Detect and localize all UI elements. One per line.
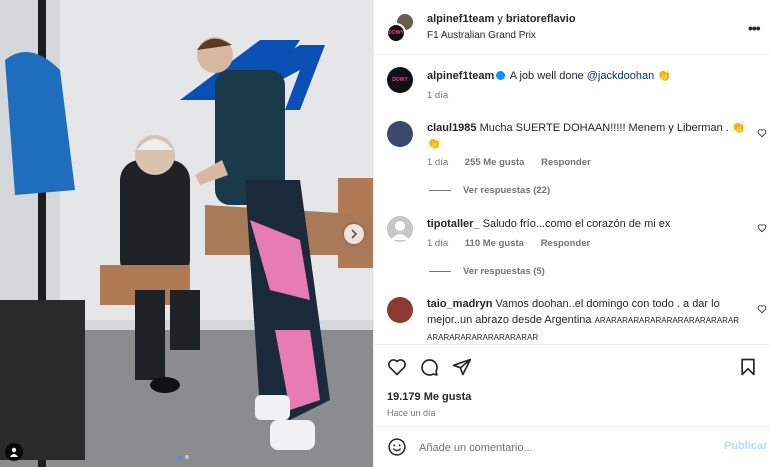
publish-button[interactable]: Publicar [724,440,767,452]
user-icon [10,447,18,457]
comment-bubble-icon[interactable] [419,357,439,377]
comment-username[interactable]: claul1985 [427,122,477,134]
caption: alpinef1team A job well done @jackdoohan… [427,68,671,84]
view-replies-button[interactable]: Ver respuestas (5) [429,266,545,277]
comment-meta: 1 día 255 Me gusta Responder [427,157,605,168]
comment-1: claul1985 Mucha SUERTE DOHAAN!!!!! Menem… [427,120,747,152]
collab-avatars[interactable]: DOWY [386,13,416,43]
post-details-panel: DOWY alpinef1team y briatoreflavio F1 Au… [373,0,770,467]
next-photo-button[interactable] [344,224,364,244]
comment-text: Mucha SUERTE DOHAAN!!!!! Menem y Liberma… [479,122,729,134]
save-bookmark-icon[interactable] [738,357,758,377]
carousel-dot [185,455,189,459]
instagram-post-modal: DOWY alpinef1team y briatoreflavio F1 Au… [0,0,770,467]
connector-text: y [497,13,503,25]
like-comment-heart-icon[interactable] [757,304,767,314]
caption-meta: 1 día [427,90,462,101]
reply-button[interactable]: Responder [541,238,591,249]
comment-input[interactable] [419,439,709,457]
carousel-indicator [178,455,189,459]
comment-avatar[interactable] [387,297,413,323]
likes-count[interactable]: 19.179 Me gusta [387,391,471,403]
comment-meta: 1 día 110 Me gusta Responder [427,238,604,249]
tagged-users-button[interactable] [5,443,23,461]
caption-avatar[interactable]: DOWY [387,67,413,93]
caption-time: 1 día [427,90,449,101]
comment-3: taio_madryn Vamos doohan..el domingo con… [427,296,747,346]
comment-2: tipotaller_ Saludo frío...como el corazó… [427,216,747,232]
post-actions: 19.179 Me gusta Hace un día [374,344,770,426]
add-comment-bar: Publicar [374,426,770,467]
comment-avatar[interactable] [387,216,413,242]
clap-emoji: 👏 [731,122,746,134]
author-link[interactable]: alpinef1team [427,13,494,25]
clap-emoji: 👏 [657,70,671,82]
like-comment-heart-icon[interactable] [757,223,767,233]
post-photo[interactable] [0,0,373,467]
comment-likes[interactable]: 110 Me gusta [465,238,524,249]
more-options-button[interactable]: ••• [748,20,761,36]
verified-badge-icon [496,71,506,80]
post-time: Hace un día [387,408,436,418]
emoji-smiley-icon[interactable] [387,437,407,457]
like-comment-heart-icon[interactable] [757,128,767,138]
comment-text: Saludo frío...como el corazón de mi ex [482,218,671,230]
comment-avatar[interactable] [387,121,413,147]
view-replies-button[interactable]: Ver respuestas (22) [429,185,550,196]
avatar-text: DOWY [388,30,404,36]
header-usernames: alpinef1team y briatoreflavio [427,13,576,25]
caption-username[interactable]: alpinef1team [427,70,494,82]
collaborator-link[interactable]: briatoreflavio [506,13,576,25]
default-user-icon [391,221,409,240]
location-link[interactable]: F1 Australian Grand Prix [427,30,536,41]
comment-time: 1 día [427,157,449,168]
comment-username[interactable]: taio_madryn [427,298,492,310]
view-replies-label: Ver respuestas (22) [463,185,551,196]
photo-scene [0,0,373,467]
comment-username[interactable]: tipotaller_ [427,218,480,230]
share-send-icon[interactable] [452,357,472,377]
replies-line [429,190,451,191]
caption-mention[interactable]: @jackdoohan [587,70,654,82]
replies-line [429,271,451,272]
clap-emoji: 👏 [427,138,441,150]
comment-time: 1 día [427,238,449,249]
chevron-right-icon [351,229,358,239]
carousel-dot-active [178,455,182,459]
caption-text: A job well done [509,70,584,82]
avatar-alpinef1team[interactable]: DOWY [386,23,406,43]
reply-button[interactable]: Responder [541,157,591,168]
view-replies-label: Ver respuestas (5) [463,266,545,277]
like-heart-icon[interactable] [387,357,407,377]
post-header: DOWY alpinef1team y briatoreflavio F1 Au… [374,0,770,55]
comment-likes[interactable]: 255 Me gusta [465,157,525,168]
avatar-text: DOWY [392,77,408,83]
